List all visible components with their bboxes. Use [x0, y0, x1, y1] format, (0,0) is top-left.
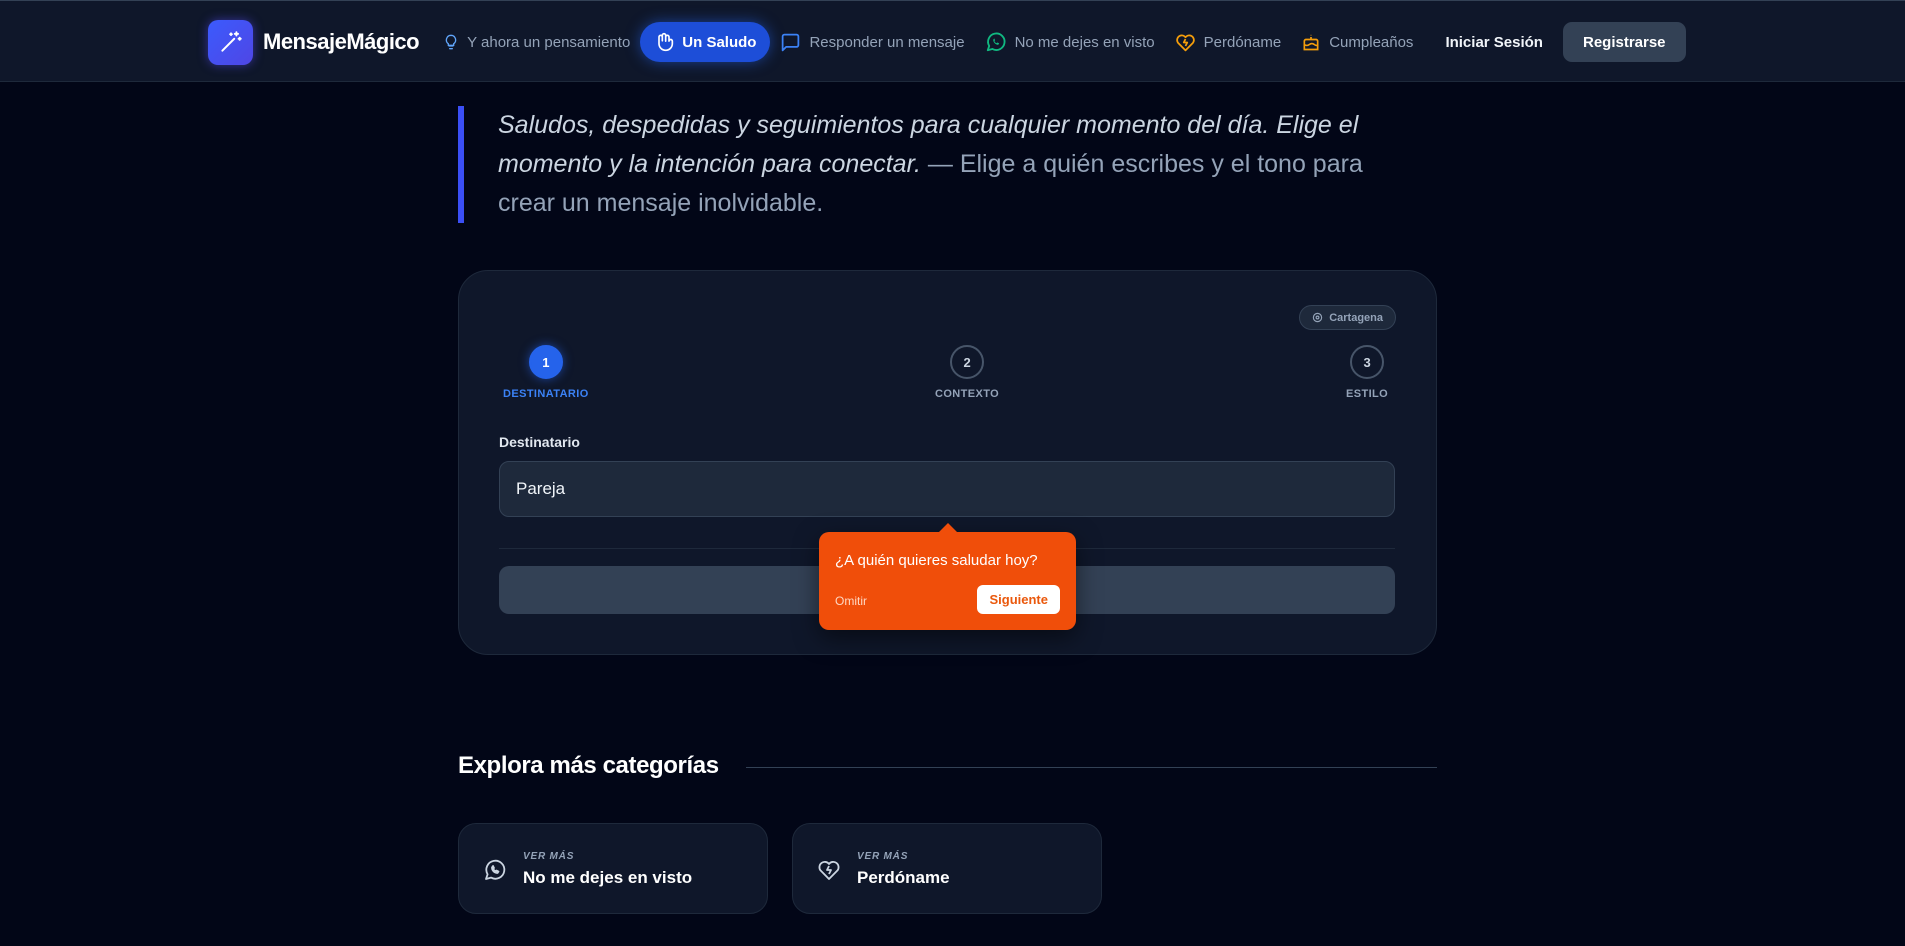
explore-title: Explora más categorías [458, 752, 719, 779]
tooltip-skip-button[interactable]: Omitir [835, 594, 867, 608]
intro-quote: Saludos, despedidas y seguimientos para … [458, 106, 1418, 223]
register-button[interactable]: Registrarse [1562, 22, 1686, 62]
nav-item-label: Perdóname [1203, 33, 1282, 51]
nav-item-visto[interactable]: No me dejes en visto [975, 22, 1165, 62]
step-label: DESTINATARIO [503, 388, 589, 400]
nav-item-label: Y ahora un pensamiento [467, 33, 631, 51]
chat-bubble-icon [780, 32, 801, 53]
location-badge[interactable]: Cartagena [1299, 305, 1396, 330]
tooltip-next-button[interactable]: Siguiente [977, 585, 1060, 614]
step-destinatario[interactable]: 1 DESTINATARIO [503, 345, 589, 400]
nav-item-label: Un Saludo [682, 33, 757, 51]
nav-item-perdoname[interactable]: Perdóname [1165, 22, 1292, 62]
nav-item-responder[interactable]: Responder un mensaje [770, 22, 974, 62]
category-name: No me dejes en visto [523, 868, 693, 887]
destinatario-label: Destinatario [499, 434, 580, 450]
category-name: Perdóname [857, 868, 950, 887]
magic-wand-icon [208, 19, 253, 65]
hand-wave-icon [654, 31, 674, 53]
brand-name: MensajeMágico [263, 29, 420, 54]
category-card-visto[interactable]: VER MÁS No me dejes en visto [458, 823, 768, 914]
explore-divider [746, 767, 1437, 768]
whatsapp-icon [483, 858, 507, 882]
destinatario-input[interactable] [499, 461, 1395, 517]
step-label: ESTILO [1346, 388, 1389, 400]
step-estilo[interactable]: 3 ESTILO [1346, 345, 1388, 400]
navbar-inner: MensajeMágico Y ahora un pensamiento Un … [208, 1, 1688, 83]
broken-heart-icon [1175, 32, 1196, 53]
category-sub: VER MÁS [857, 851, 909, 862]
nav-item-cumpleanos[interactable]: Cumpleaños [1291, 22, 1423, 62]
nav-item-pensamiento[interactable]: Y ahora un pensamiento [433, 22, 640, 62]
top-navbar: MensajeMágico Y ahora un pensamiento Un … [0, 0, 1905, 82]
step-number: 1 [528, 345, 563, 379]
category-sub: VER MÁS [523, 851, 575, 862]
brand-link[interactable]: MensajeMágico [208, 19, 420, 65]
lightbulb-icon [443, 33, 459, 51]
nav-item-label: No me dejes en visto [1014, 33, 1155, 51]
location-pin-icon [1312, 312, 1323, 323]
location-label: Cartagena [1329, 311, 1383, 324]
category-card-perdoname[interactable]: VER MÁS Perdóname [792, 823, 1102, 914]
onboarding-tooltip: ¿A quién quieres saludar hoy? Omitir Sig… [819, 523, 1076, 630]
login-link[interactable]: Iniciar Sesión [1445, 34, 1543, 51]
broken-heart-icon [817, 858, 841, 882]
cake-icon [1301, 31, 1321, 53]
nav-item-saludo[interactable]: Un Saludo [640, 22, 771, 62]
step-label: CONTEXTO [935, 388, 1000, 400]
nav-item-label: Cumpleaños [1329, 33, 1414, 51]
step-number: 3 [1350, 345, 1385, 379]
whatsapp-icon [985, 31, 1007, 53]
step-contexto[interactable]: 2 CONTEXTO [935, 345, 999, 400]
tooltip-text: ¿A quién quieres saludar hoy? [835, 552, 1038, 569]
nav-item-label: Responder un mensaje [809, 33, 965, 51]
step-number: 2 [950, 345, 985, 379]
